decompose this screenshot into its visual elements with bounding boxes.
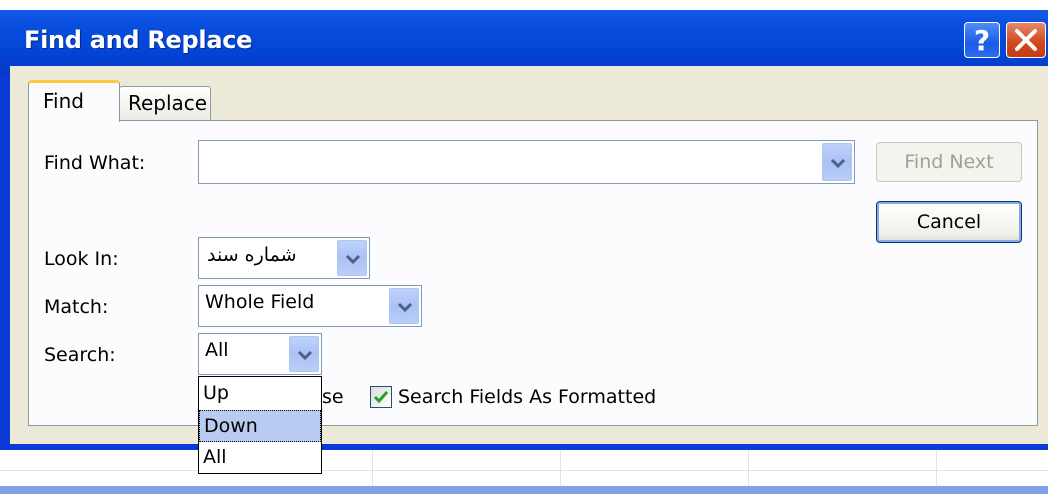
search-label: Search: [44, 344, 116, 366]
tab-find[interactable]: Find [28, 80, 120, 122]
tab-replace[interactable]: Replace [119, 86, 211, 120]
chevron-down-icon [830, 158, 846, 169]
close-button[interactable] [1006, 22, 1046, 58]
look-in-dropdown-button[interactable] [337, 240, 367, 276]
help-button[interactable]: ? [964, 22, 1000, 58]
dropdown-option-all-label: All [203, 446, 227, 468]
look-in-label: Look In: [44, 248, 119, 270]
find-next-button[interactable]: Find Next [876, 142, 1022, 182]
title-bar-top-edge [0, 0, 1048, 10]
search-dropdown-button[interactable] [289, 336, 319, 372]
background-band [0, 486, 1048, 494]
match-dropdown-button[interactable] [389, 288, 419, 324]
help-icon: ? [973, 24, 991, 57]
close-icon [1015, 29, 1037, 51]
find-what-combobox[interactable] [198, 140, 855, 184]
dropdown-option-up[interactable]: Up [199, 378, 321, 410]
search-formatted-label: Search Fields As Formatted [398, 386, 657, 408]
match-label: Match: [44, 296, 109, 318]
match-case-label-partial: se [322, 386, 344, 408]
cancel-button[interactable]: Cancel [876, 201, 1022, 243]
search-combobox[interactable]: All [198, 333, 322, 375]
match-combobox[interactable]: Whole Field [198, 285, 422, 327]
checkmark-icon [373, 391, 389, 404]
dropdown-option-up-label: Up [203, 382, 229, 404]
dialog-title: Find and Replace [24, 26, 253, 54]
chevron-down-icon [345, 254, 361, 265]
search-value: All [205, 339, 229, 361]
chevron-down-icon [397, 302, 413, 313]
look-in-combobox[interactable]: شماره سند [198, 237, 370, 279]
tab-find-label: Find [43, 89, 84, 113]
dropdown-option-down-label: Down [204, 415, 258, 437]
find-what-dropdown-button[interactable] [822, 143, 852, 181]
dropdown-option-all[interactable]: All [199, 442, 321, 474]
look-in-value: شماره سند [207, 244, 297, 266]
find-what-label: Find What: [44, 152, 146, 174]
match-value: Whole Field [205, 291, 315, 313]
grid-row-line [0, 470, 1048, 471]
search-formatted-checkbox[interactable] [370, 386, 392, 408]
chevron-down-icon [297, 350, 313, 361]
tab-replace-label: Replace [128, 91, 208, 115]
search-dropdown-list: Up Down All [198, 376, 322, 474]
dropdown-option-down[interactable]: Down [199, 410, 321, 442]
